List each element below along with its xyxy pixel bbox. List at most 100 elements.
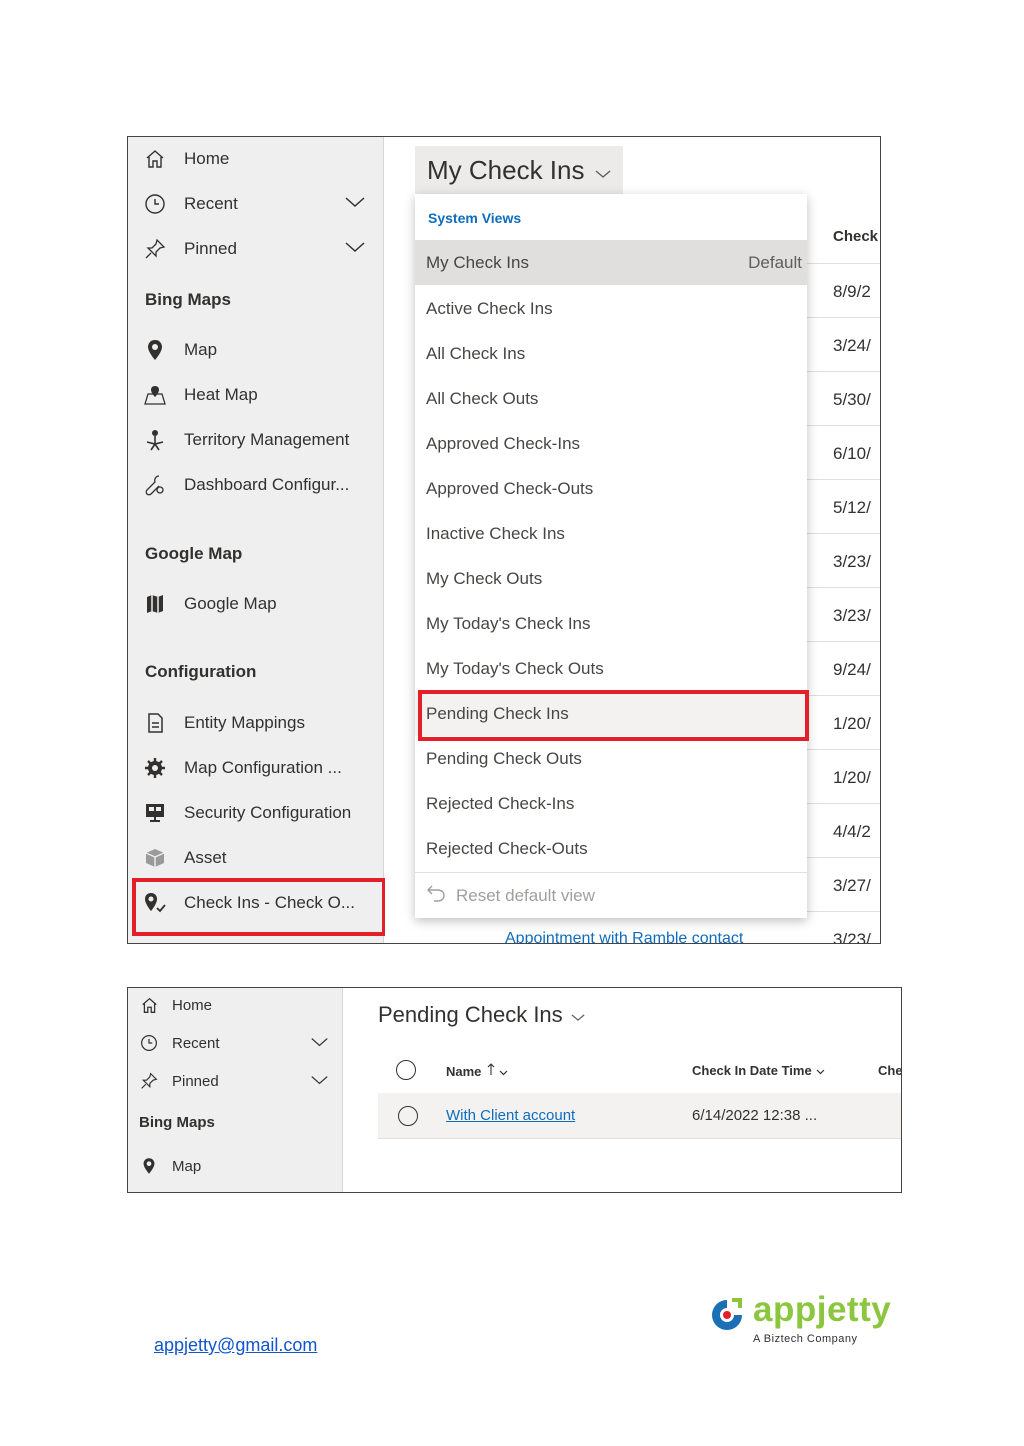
heat-map-icon	[142, 382, 168, 408]
system-views-dropdown: System Views My Check Ins Default Active…	[415, 194, 807, 918]
box-icon	[142, 845, 168, 871]
row-divider	[805, 587, 880, 588]
group-configuration: Configuration	[145, 662, 257, 681]
nav-asset[interactable]: Asset	[128, 838, 384, 878]
select-all-radio[interactable]	[396, 1060, 416, 1080]
nav-google-map[interactable]: Google Map	[128, 584, 384, 624]
chevron-down-icon[interactable]	[310, 1035, 329, 1052]
view-option[interactable]: My Check Outs	[415, 556, 807, 601]
undo-icon	[426, 884, 446, 907]
chevron-down-icon	[816, 1063, 825, 1078]
pin-icon	[142, 236, 168, 262]
view-option[interactable]: Rejected Check-Outs	[415, 826, 807, 871]
chevron-down-icon[interactable]	[344, 194, 366, 214]
view-option[interactable]: My Today's Check Outs	[415, 646, 807, 691]
nav-home[interactable]: Home	[128, 139, 384, 179]
logo-wordmark: appjetty	[753, 1290, 892, 1329]
highlight-box-nav	[132, 878, 386, 936]
view-option[interactable]: Approved Check-Ins	[415, 421, 807, 466]
view-selector[interactable]: Pending Check Ins	[378, 1002, 585, 1028]
date-cell: 3/24/	[833, 336, 871, 355]
pin-icon	[139, 1071, 159, 1091]
dropdown-divider	[415, 872, 807, 873]
view-option[interactable]: Approved Check-Outs	[415, 466, 807, 511]
view-option[interactable]: Rejected Check-Ins	[415, 781, 807, 826]
record-link[interactable]: Appointment with Ramble contact	[505, 930, 743, 943]
security-monitor-icon	[142, 800, 168, 826]
row-divider	[805, 857, 880, 858]
chevron-down-icon	[595, 155, 611, 186]
date-cell: 8/9/2	[833, 282, 871, 301]
home-icon	[139, 995, 159, 1015]
sitemap-sidebar: Home Recent Pinned Bing Maps Map	[128, 988, 343, 1192]
chevron-down-icon[interactable]	[310, 1073, 329, 1090]
document-icon	[142, 710, 168, 736]
date-cell: 1/20/	[833, 768, 871, 787]
group-bing-maps: Bing Maps	[145, 290, 231, 309]
folded-map-icon	[142, 591, 168, 617]
view-option[interactable]: My Today's Check Ins	[415, 601, 807, 646]
check-in-date-cell: 6/14/2022 12:38 ...	[692, 1107, 818, 1124]
row-divider	[805, 263, 880, 264]
row-divider	[805, 911, 880, 912]
nav-heat-map[interactable]: Heat Map	[128, 375, 384, 415]
column-header-check-in-date-time[interactable]: Check In Date Time	[692, 1063, 825, 1078]
main-view-area: My Check Ins Check 8/9/2 3/24/ 5/30/ 6/1…	[385, 137, 880, 943]
nav-map[interactable]: Map	[128, 330, 384, 370]
row-divider	[805, 425, 880, 426]
view-option[interactable]: Inactive Check Ins	[415, 511, 807, 556]
nav-pinned[interactable]: Pinned	[128, 1066, 343, 1096]
record-name-link[interactable]: With Client account	[446, 1107, 575, 1124]
date-cell: 4/4/2	[833, 822, 871, 841]
email-link[interactable]: appjetty@gmail.com	[154, 1335, 317, 1356]
reset-default-view-button[interactable]: Reset default view	[426, 884, 595, 907]
nav-pinned[interactable]: Pinned	[128, 229, 384, 269]
nav-map[interactable]: Map	[128, 1151, 343, 1181]
home-icon	[142, 146, 168, 172]
appjetty-logo-icon	[712, 1298, 742, 1330]
view-option-my-check-ins[interactable]: My Check Ins Default	[415, 240, 807, 285]
date-cell: 1/20/	[833, 714, 871, 733]
clock-icon	[139, 1033, 159, 1053]
highlight-box-pending	[418, 690, 809, 741]
column-header-next[interactable]: Che	[878, 1063, 901, 1078]
chevron-down-icon	[499, 1064, 508, 1079]
column-header-name[interactable]: Name	[446, 1063, 508, 1079]
sort-ascending-icon	[487, 1063, 495, 1079]
row-divider	[805, 479, 880, 480]
column-header-check[interactable]: Check	[833, 228, 878, 245]
group-bing-maps: Bing Maps	[139, 1114, 215, 1131]
logo-tagline: A Biztech Company	[753, 1333, 858, 1345]
table-row[interactable]: With Client account 6/14/2022 12:38 ...	[378, 1093, 901, 1139]
date-cell: 3/23/	[833, 552, 871, 571]
nav-entity-mappings[interactable]: Entity Mappings	[128, 703, 384, 743]
map-pin-icon	[139, 1156, 159, 1176]
view-option[interactable]: All Check Outs	[415, 376, 807, 421]
view-option[interactable]: Pending Check Outs	[415, 736, 807, 781]
nav-territory-management[interactable]: Territory Management	[128, 420, 384, 460]
grid-header: Name Check In Date Time Che	[378, 1052, 901, 1090]
view-option[interactable]: Active Check Ins	[415, 286, 807, 331]
row-divider	[805, 803, 880, 804]
territory-icon	[142, 427, 168, 453]
screenshot-views-dropdown: Home Recent Pinned Bing Maps Map Heat Ma…	[127, 136, 881, 944]
nav-recent[interactable]: Recent	[128, 184, 384, 224]
nav-recent[interactable]: Recent	[128, 1028, 343, 1058]
row-divider	[805, 695, 880, 696]
nav-dashboard-configuration[interactable]: Dashboard Configur...	[128, 465, 384, 505]
chevron-down-icon[interactable]	[344, 239, 366, 259]
view-selector[interactable]: My Check Ins	[415, 146, 623, 194]
group-google-map: Google Map	[145, 544, 243, 563]
date-cell: 9/24/	[833, 660, 871, 679]
wrench-gear-icon	[142, 472, 168, 498]
date-cell: 5/30/	[833, 390, 871, 409]
map-pin-icon	[142, 337, 168, 363]
date-cell: 3/23/	[833, 930, 871, 944]
nav-security-configuration[interactable]: Security Configuration	[128, 793, 384, 833]
view-option[interactable]: All Check Ins	[415, 331, 807, 376]
nav-map-configuration[interactable]: Map Configuration ...	[128, 748, 384, 788]
screenshot-pending-check-ins: Home Recent Pinned Bing Maps Map Pending…	[127, 987, 902, 1193]
nav-home[interactable]: Home	[128, 990, 343, 1020]
row-select-radio[interactable]	[398, 1106, 418, 1126]
date-cell: 5/12/	[833, 498, 871, 517]
